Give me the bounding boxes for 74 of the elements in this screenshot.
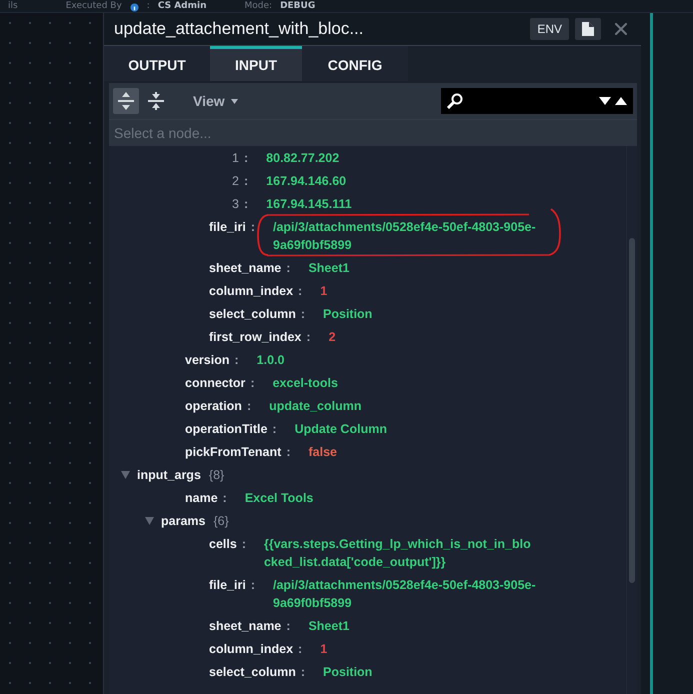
- colon: :: [234, 352, 239, 369]
- tab[interactable]: CONFIG: [302, 46, 408, 81]
- tree-key: select_column: [209, 305, 296, 323]
- colon: :: [306, 329, 311, 346]
- array-index: 1: [231, 150, 239, 167]
- colon: :: [244, 150, 248, 167]
- tree-value: Sheet1: [308, 618, 350, 635]
- tree-value: Position: [323, 664, 372, 681]
- tree-key: column_index: [209, 640, 294, 658]
- child-count: {6}: [213, 513, 229, 530]
- tree-value: 2: [328, 329, 336, 346]
- tree-value: 1: [320, 641, 328, 658]
- colon: :: [250, 375, 255, 392]
- tree-value: Excel Tools: [244, 490, 314, 507]
- tree-key: select_column: [209, 663, 296, 681]
- colon: :: [298, 641, 302, 658]
- colon: :: [244, 196, 248, 213]
- tree-value: /api/3/attachments/0528ef4e-50ef-4803-905e-9a69f0bf5899: [273, 577, 537, 612]
- tree-value: 167.94.146.60: [266, 173, 346, 190]
- view-menu[interactable]: View: [193, 93, 238, 109]
- tree-value: false: [308, 444, 337, 461]
- colon: :: [250, 577, 255, 594]
- tree-key: operationTitle: [185, 420, 268, 438]
- tree-key: name: [185, 489, 218, 507]
- tree-key: sheet_name: [209, 617, 282, 635]
- tree-key: version: [185, 351, 230, 369]
- colon: :: [250, 219, 255, 236]
- colon: :: [222, 490, 227, 507]
- tree-key: first_row_index: [209, 328, 302, 346]
- executed-by-label: Executed By: [66, 1, 122, 12]
- tree-key: input_args: [137, 466, 201, 484]
- tree-key: file_iri: [209, 218, 246, 236]
- tree-key: params: [161, 512, 206, 530]
- tree-value: /api/3/attachments/0528ef4e-50ef-4803-905e-9a69f0bf5899: [273, 219, 537, 254]
- array-index: 2: [231, 173, 239, 190]
- tree-key: file_iri: [209, 576, 246, 594]
- tree-key: sheet_name: [209, 259, 282, 277]
- colon: :: [286, 618, 290, 635]
- window-title: update_attachement_with_bloc...: [114, 19, 365, 39]
- env-button[interactable]: ENV: [530, 18, 569, 40]
- top-bar-text: ils: [8, 1, 18, 12]
- colon: :: [300, 664, 306, 681]
- mode-value: DEBUG: [280, 1, 316, 12]
- colon: :: [244, 173, 248, 190]
- tree-value: Update Column: [294, 421, 387, 438]
- tree-key: column_index: [209, 282, 294, 300]
- executed-by-value: CS Admin: [158, 1, 206, 12]
- tree-key: pickFromTenant: [185, 443, 282, 461]
- tree-value: 167.94.145.111: [266, 196, 352, 213]
- mode-label: Mode:: [244, 1, 272, 12]
- tab[interactable]: INPUT: [210, 46, 302, 81]
- tree-value: update_column: [269, 398, 362, 415]
- separator: :: [146, 1, 150, 12]
- colon: :: [298, 283, 302, 300]
- tree-key: connector: [185, 374, 246, 392]
- array-index: 3: [231, 196, 239, 213]
- tree-value: 1: [320, 283, 328, 300]
- colon: :: [242, 536, 246, 553]
- tree-value: excel-tools: [272, 375, 338, 392]
- tree-value: 80.82.77.202: [266, 150, 340, 167]
- colon: :: [286, 444, 290, 461]
- colon: :: [246, 398, 252, 415]
- tree-value: {{vars.steps.Getting_lp_which_is_not_in_blocked_list.data['code_output']}}: [264, 536, 532, 571]
- tree-value: Sheet1: [308, 260, 350, 277]
- tree-key: cells: [209, 535, 237, 553]
- child-count: {8}: [208, 467, 224, 484]
- colon: :: [300, 306, 306, 323]
- colon: :: [272, 421, 277, 438]
- tab[interactable]: OUTPUT: [104, 46, 210, 81]
- tree-value: Position: [323, 306, 372, 323]
- colon: :: [286, 260, 290, 277]
- tree-value: 1.0.0: [256, 352, 284, 369]
- tree-key: operation: [185, 397, 242, 415]
- node-filter-field[interactable]: Select a node...: [109, 119, 637, 146]
